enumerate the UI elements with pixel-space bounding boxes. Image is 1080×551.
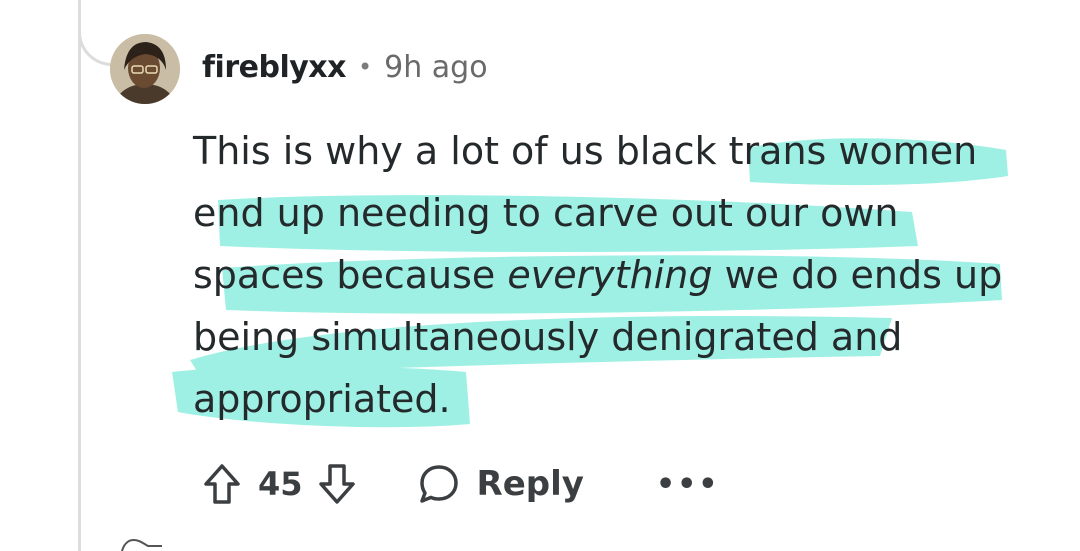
speech-bubble-icon (419, 465, 458, 503)
arrow-down-icon (318, 464, 355, 504)
arrow-up-icon (204, 464, 240, 504)
more-options-button[interactable]: ••• (656, 467, 720, 502)
comment-actions: 45 Reply ••• (200, 456, 719, 512)
comment-text-emphasis: everything (507, 253, 713, 297)
next-avatar-icon (121, 538, 162, 551)
comment-body: This is why a lot of us black trans wome… (193, 120, 1033, 430)
vote-score: 45 (258, 465, 303, 503)
downvote-button[interactable] (315, 459, 359, 509)
upvote-button[interactable] (200, 459, 244, 509)
reply-button[interactable]: Reply (417, 462, 584, 506)
reply-label: Reply (476, 464, 584, 504)
